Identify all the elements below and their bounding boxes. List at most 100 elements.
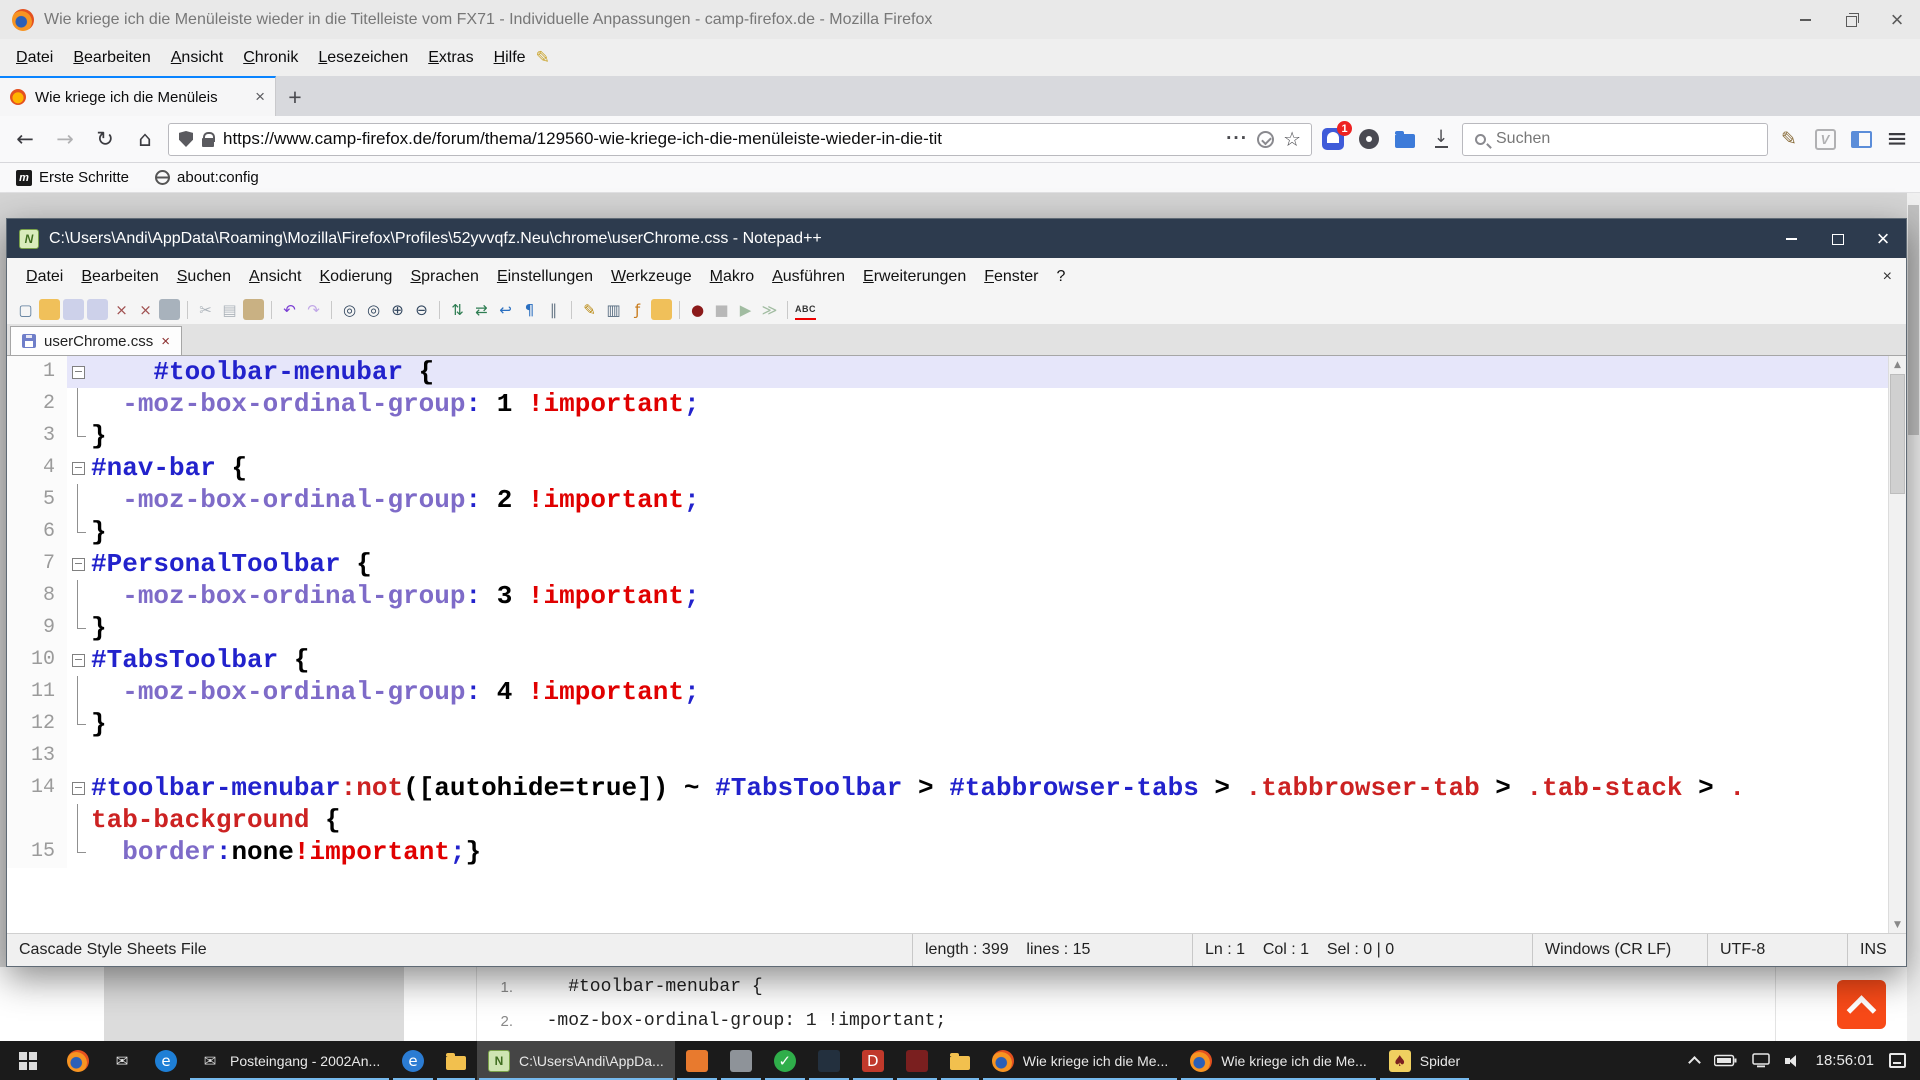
task-notepadpp[interactable]: NC:\Users\Andi\AppDa...: [477, 1041, 675, 1080]
menu-item-bearbeiten[interactable]: Bearbeiten: [72, 263, 167, 291]
v-extension-button[interactable]: [1810, 124, 1840, 154]
home-button[interactable]: [128, 122, 162, 156]
copy-icon[interactable]: ▤: [219, 299, 240, 320]
editor-line[interactable]: 5 -moz-box-ordinal-group: 2 !important;: [7, 484, 1888, 516]
editor-line[interactable]: 13: [7, 740, 1888, 772]
pinned-edge-icon[interactable]: e: [144, 1041, 188, 1080]
menu-item-lesezeichen[interactable]: Lesezeichen: [308, 44, 418, 72]
task-app-maroon[interactable]: [895, 1041, 939, 1080]
bookmark-erste-schritte[interactable]: Erste Schritte: [16, 169, 129, 186]
editor-line[interactable]: tab-background {: [7, 804, 1888, 836]
menu-item-ansicht[interactable]: Ansicht: [240, 263, 310, 291]
run-macro-multi-icon[interactable]: ≫: [759, 299, 780, 320]
menu-item-erweiterungen[interactable]: Erweiterungen: [854, 263, 975, 291]
tray-expand-icon[interactable]: [1688, 1056, 1701, 1069]
new-tab-button[interactable]: +: [276, 78, 314, 116]
user-lang-icon[interactable]: ✎: [579, 299, 600, 320]
minimize-button[interactable]: [1782, 0, 1828, 39]
menu-close-icon[interactable]: [1883, 268, 1896, 286]
pinned-browser-icon[interactable]: [56, 1041, 100, 1080]
task-firefox-1[interactable]: Wie kriege ich die Me...: [981, 1041, 1180, 1080]
task-app-d[interactable]: D: [851, 1041, 895, 1080]
editor-line[interactable]: 14#toolbar-menubar:not([autohide=true]) …: [7, 772, 1888, 804]
pinned-mail-icon[interactable]: ✉: [100, 1041, 144, 1080]
task-app-gray[interactable]: [719, 1041, 763, 1080]
close-file-icon[interactable]: ×: [111, 299, 132, 320]
restore-button[interactable]: [1828, 0, 1874, 39]
menu-item-werkzeuge[interactable]: Werkzeuge: [602, 263, 701, 291]
fold-marker[interactable]: [67, 772, 91, 804]
volume-icon[interactable]: [1785, 1054, 1801, 1068]
tracking-protection-shield-icon[interactable]: [179, 131, 193, 147]
editor-line[interactable]: 7#PersonalToolbar {: [7, 548, 1888, 580]
url-bar[interactable]: https://www.camp-firefox.de/forum/thema/…: [168, 123, 1312, 156]
print-icon[interactable]: [159, 299, 180, 320]
page-scrollbar[interactable]: [1907, 193, 1920, 1041]
menu-item-einstellungen[interactable]: Einstellungen: [488, 263, 602, 291]
task-explorer[interactable]: [435, 1041, 477, 1080]
document-tab-userchrome[interactable]: userChrome.css: [10, 326, 182, 355]
editor[interactable]: 1 #toolbar-menubar {2 -moz-box-ordinal-g…: [7, 356, 1906, 933]
ghostery-extension-button[interactable]: 1: [1318, 124, 1348, 154]
menu-item-bearbeiten[interactable]: Bearbeiten: [63, 44, 160, 72]
record-macro-icon[interactable]: ●: [687, 299, 708, 320]
status-eol-format[interactable]: Windows (CR LF): [1533, 934, 1708, 966]
stop-macro-icon[interactable]: ■: [711, 299, 732, 320]
menu-item-extras[interactable]: Extras: [418, 44, 483, 72]
save-all-icon[interactable]: [87, 299, 108, 320]
maximize-button[interactable]: [1814, 219, 1860, 258]
start-button[interactable]: [0, 1041, 56, 1080]
editor-line[interactable]: 12}: [7, 708, 1888, 740]
sync-scroll-v-icon[interactable]: ⇅: [447, 299, 468, 320]
doc-map-icon[interactable]: ▥: [603, 299, 624, 320]
page-scrollbar-thumb[interactable]: [1908, 205, 1919, 435]
replace-icon[interactable]: ◎: [363, 299, 384, 320]
task-app-dark[interactable]: [807, 1041, 851, 1080]
action-center-icon[interactable]: [1889, 1053, 1906, 1068]
bookmark-about-config[interactable]: about:config: [155, 169, 259, 186]
editor-line[interactable]: 6}: [7, 516, 1888, 548]
folder-workspace-icon[interactable]: [651, 299, 672, 320]
open-folder-icon[interactable]: [39, 299, 60, 320]
page-actions-icon[interactable]: [1226, 128, 1248, 150]
sync-scroll-h-icon[interactable]: ⇄: [471, 299, 492, 320]
tab-close-icon[interactable]: [255, 87, 265, 107]
menu-item-kodierung[interactable]: Kodierung: [310, 263, 401, 291]
scroll-to-top-button[interactable]: [1837, 980, 1886, 1029]
menu-item-ansicht[interactable]: Ansicht: [161, 44, 233, 72]
show-all-chars-icon[interactable]: ¶: [519, 299, 540, 320]
menu-item-datei[interactable]: Datei: [17, 263, 72, 291]
minimize-button[interactable]: [1768, 219, 1814, 258]
redo-icon[interactable]: ↷: [303, 299, 324, 320]
undo-icon[interactable]: ↶: [279, 299, 300, 320]
sidebar-button[interactable]: [1846, 124, 1876, 154]
bookmark-star-icon[interactable]: [1283, 127, 1301, 151]
zoom-out-icon[interactable]: ⊖: [411, 299, 432, 320]
task-app-green-check[interactable]: ✓: [763, 1041, 807, 1080]
app-menu-button[interactable]: [1882, 124, 1912, 154]
task-edge[interactable]: e: [391, 1041, 435, 1080]
reload-button[interactable]: [88, 122, 122, 156]
scroll-down-icon[interactable]: [1889, 916, 1906, 933]
firefox-titlebar[interactable]: Wie kriege ich die Menüleiste wieder in …: [0, 0, 1920, 39]
privacy-extension-button[interactable]: [1354, 124, 1384, 154]
task-app-orange[interactable]: [675, 1041, 719, 1080]
fold-marker[interactable]: [67, 452, 91, 484]
editor-line[interactable]: 2 -moz-box-ordinal-group: 1 !important;: [7, 388, 1888, 420]
task-app-folders[interactable]: [939, 1041, 981, 1080]
close-button[interactable]: [1874, 0, 1920, 39]
pocket-icon[interactable]: [1257, 131, 1274, 148]
zoom-in-icon[interactable]: ⊕: [387, 299, 408, 320]
new-file-icon[interactable]: ▢: [15, 299, 36, 320]
close-all-icon[interactable]: ×: [135, 299, 156, 320]
notepadpp-titlebar[interactable]: C:\Users\Andi\AppData\Roaming\Mozilla\Fi…: [7, 219, 1906, 258]
status-encoding[interactable]: UTF-8: [1708, 934, 1848, 966]
paste-icon[interactable]: [243, 299, 264, 320]
task-spider[interactable]: ♠Spider: [1378, 1041, 1471, 1080]
forward-button[interactable]: [48, 122, 82, 156]
folder-extension-button[interactable]: [1390, 124, 1420, 154]
close-button[interactable]: [1860, 219, 1906, 258]
lock-icon[interactable]: [202, 138, 214, 147]
editor-line[interactable]: 3}: [7, 420, 1888, 452]
clock[interactable]: 18:56:01: [1816, 1052, 1874, 1069]
